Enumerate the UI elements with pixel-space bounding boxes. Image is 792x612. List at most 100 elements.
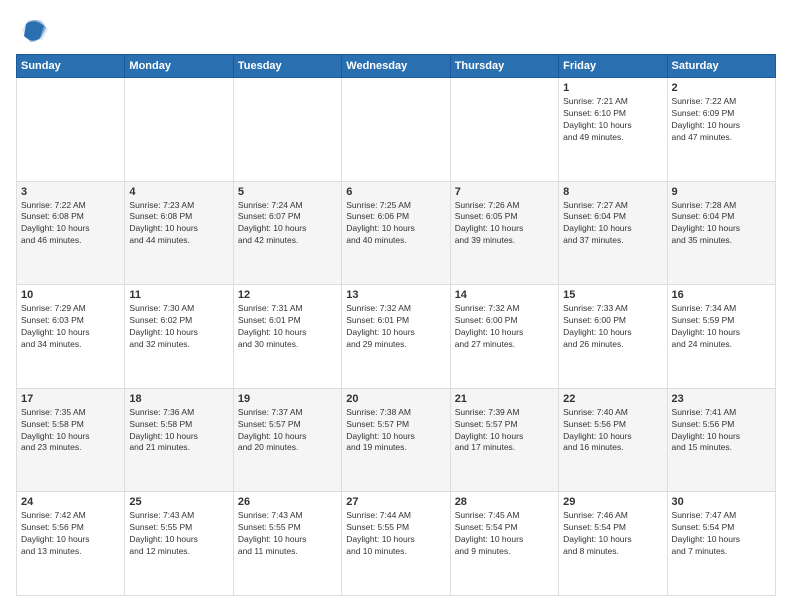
day-info: Sunrise: 7:33 AM Sunset: 6:00 PM Dayligh… <box>563 303 662 351</box>
calendar-cell: 4Sunrise: 7:23 AM Sunset: 6:08 PM Daylig… <box>125 181 233 285</box>
day-number: 19 <box>238 393 337 405</box>
weekday-header: Monday <box>125 55 233 78</box>
calendar-cell: 8 Sunrise: 7:27 AM Sunset: 6:04 PM Daylig… <box>559 181 667 285</box>
day-number: 7 <box>455 186 554 198</box>
calendar-cell: 12 Sunrise: 7:31 AM Sunset: 6:01 PM Dayli… <box>233 285 341 389</box>
day-number: 10 <box>21 289 120 301</box>
calendar-cell: 7 Sunrise: 7:26 AM Sunset: 6:05 PM Daylig… <box>450 181 558 285</box>
day-info: Sunrise: 7:38 AM Sunset: 5:57 PM Dayligh… <box>346 407 445 455</box>
calendar-cell: 28Sunrise: 7:45 AM Sunset: 5:54 PM Dayli… <box>450 492 558 596</box>
calendar-cell <box>342 78 450 182</box>
calendar-cell: 25 Sunrise: 7:43 AM Sunset: 5:55 PM Dayli… <box>125 492 233 596</box>
day-number: 16 <box>672 289 771 301</box>
day-info: Sunrise: 7:35 AM Sunset: 5:58 PM Dayligh… <box>21 407 120 455</box>
day-number: 17 <box>21 393 120 405</box>
weekday-header: Tuesday <box>233 55 341 78</box>
calendar-week-row: 1Sunrise: 7:21 AM Sunset: 6:10 PM Daylig… <box>17 78 776 182</box>
calendar-cell: 18Sunrise: 7:36 AM Sunset: 5:58 PM Dayli… <box>125 388 233 492</box>
day-info: Sunrise: 7:31 AM Sunset: 6:01 PM Dayligh… <box>238 303 337 351</box>
day-info: Sunrise: 7:25 AM Sunset: 6:06 PM Dayligh… <box>346 200 445 248</box>
day-info: Sunrise: 7:44 AM Sunset: 5:55 PM Dayligh… <box>346 510 445 558</box>
weekday-header: Sunday <box>17 55 125 78</box>
day-info: Sunrise: 7:27 AM Sunset: 6:04 PM Dayligh… <box>563 200 662 248</box>
day-number: 13 <box>346 289 445 301</box>
calendar-cell: 22 Sunrise: 7:40 AM Sunset: 5:56 PM Dayli… <box>559 388 667 492</box>
day-number: 23 <box>672 393 771 405</box>
calendar-week-row: 24 Sunrise: 7:42 AM Sunset: 5:56 PM Dayli… <box>17 492 776 596</box>
day-info: Sunrise: 7:42 AM Sunset: 5:56 PM Dayligh… <box>21 510 120 558</box>
day-info: Sunrise: 7:45 AM Sunset: 5:54 PM Dayligh… <box>455 510 554 558</box>
day-info: Sunrise: 7:22 AM Sunset: 6:08 PM Dayligh… <box>21 200 120 248</box>
weekday-header: Saturday <box>667 55 775 78</box>
calendar-cell: 23 Sunrise: 7:41 AM Sunset: 5:56 PM Dayli… <box>667 388 775 492</box>
day-info: Sunrise: 7:46 AM Sunset: 5:54 PM Dayligh… <box>563 510 662 558</box>
day-info: Sunrise: 7:30 AM Sunset: 6:02 PM Dayligh… <box>129 303 228 351</box>
calendar-header-row: SundayMondayTuesdayWednesdayThursdayFrid… <box>17 55 776 78</box>
calendar-cell: 27 Sunrise: 7:44 AM Sunset: 5:55 PM Dayli… <box>342 492 450 596</box>
calendar-cell: 6Sunrise: 7:25 AM Sunset: 6:06 PM Daylig… <box>342 181 450 285</box>
calendar-cell: 16 Sunrise: 7:34 AM Sunset: 5:59 PM Dayli… <box>667 285 775 389</box>
calendar-cell: 15 Sunrise: 7:33 AM Sunset: 6:00 PM Dayli… <box>559 285 667 389</box>
calendar-cell: 29 Sunrise: 7:46 AM Sunset: 5:54 PM Dayli… <box>559 492 667 596</box>
calendar-cell: 21 Sunrise: 7:39 AM Sunset: 5:57 PM Dayli… <box>450 388 558 492</box>
day-number: 8 <box>563 186 662 198</box>
weekday-header: Thursday <box>450 55 558 78</box>
calendar-cell: 2Sunrise: 7:22 AM Sunset: 6:09 PM Daylig… <box>667 78 775 182</box>
day-info: Sunrise: 7:47 AM Sunset: 5:54 PM Dayligh… <box>672 510 771 558</box>
day-info: Sunrise: 7:32 AM Sunset: 6:01 PM Dayligh… <box>346 303 445 351</box>
day-number: 26 <box>238 496 337 508</box>
day-info: Sunrise: 7:29 AM Sunset: 6:03 PM Dayligh… <box>21 303 120 351</box>
day-number: 5 <box>238 186 337 198</box>
day-number: 21 <box>455 393 554 405</box>
calendar-cell: 20 Sunrise: 7:38 AM Sunset: 5:57 PM Dayli… <box>342 388 450 492</box>
calendar-cell: 26 Sunrise: 7:43 AM Sunset: 5:55 PM Dayli… <box>233 492 341 596</box>
day-info: Sunrise: 7:28 AM Sunset: 6:04 PM Dayligh… <box>672 200 771 248</box>
day-info: Sunrise: 7:26 AM Sunset: 6:05 PM Dayligh… <box>455 200 554 248</box>
calendar-cell: 5 Sunrise: 7:24 AM Sunset: 6:07 PM Daylig… <box>233 181 341 285</box>
calendar-cell: 24 Sunrise: 7:42 AM Sunset: 5:56 PM Dayli… <box>17 492 125 596</box>
page: SundayMondayTuesdayWednesdayThursdayFrid… <box>0 0 792 612</box>
header <box>16 16 776 44</box>
day-number: 30 <box>672 496 771 508</box>
calendar-cell: 3 Sunrise: 7:22 AM Sunset: 6:08 PM Daylig… <box>17 181 125 285</box>
day-info: Sunrise: 7:39 AM Sunset: 5:57 PM Dayligh… <box>455 407 554 455</box>
day-number: 24 <box>21 496 120 508</box>
calendar-cell: 14 Sunrise: 7:32 AM Sunset: 6:00 PM Dayli… <box>450 285 558 389</box>
day-info: Sunrise: 7:41 AM Sunset: 5:56 PM Dayligh… <box>672 407 771 455</box>
day-number: 3 <box>21 186 120 198</box>
day-info: Sunrise: 7:22 AM Sunset: 6:09 PM Dayligh… <box>672 96 771 144</box>
day-info: Sunrise: 7:23 AM Sunset: 6:08 PM Dayligh… <box>129 200 228 248</box>
day-info: Sunrise: 7:24 AM Sunset: 6:07 PM Dayligh… <box>238 200 337 248</box>
calendar-cell <box>450 78 558 182</box>
day-number: 20 <box>346 393 445 405</box>
calendar-cell <box>17 78 125 182</box>
calendar-cell: 19Sunrise: 7:37 AM Sunset: 5:57 PM Dayli… <box>233 388 341 492</box>
day-number: 14 <box>455 289 554 301</box>
calendar-week-row: 3 Sunrise: 7:22 AM Sunset: 6:08 PM Daylig… <box>17 181 776 285</box>
calendar-cell <box>125 78 233 182</box>
day-number: 25 <box>129 496 228 508</box>
weekday-header: Friday <box>559 55 667 78</box>
day-info: Sunrise: 7:32 AM Sunset: 6:00 PM Dayligh… <box>455 303 554 351</box>
day-number: 1 <box>563 82 662 94</box>
logo-icon <box>20 16 48 44</box>
day-number: 27 <box>346 496 445 508</box>
calendar-week-row: 17 Sunrise: 7:35 AM Sunset: 5:58 PM Dayli… <box>17 388 776 492</box>
calendar-cell: 11Sunrise: 7:30 AM Sunset: 6:02 PM Dayli… <box>125 285 233 389</box>
day-number: 22 <box>563 393 662 405</box>
day-number: 18 <box>129 393 228 405</box>
day-number: 29 <box>563 496 662 508</box>
calendar-cell: 13 Sunrise: 7:32 AM Sunset: 6:01 PM Dayli… <box>342 285 450 389</box>
day-number: 15 <box>563 289 662 301</box>
day-info: Sunrise: 7:43 AM Sunset: 5:55 PM Dayligh… <box>129 510 228 558</box>
day-info: Sunrise: 7:43 AM Sunset: 5:55 PM Dayligh… <box>238 510 337 558</box>
calendar-cell: 17 Sunrise: 7:35 AM Sunset: 5:58 PM Dayli… <box>17 388 125 492</box>
day-number: 12 <box>238 289 337 301</box>
calendar-cell: 30 Sunrise: 7:47 AM Sunset: 5:54 PM Dayli… <box>667 492 775 596</box>
day-info: Sunrise: 7:40 AM Sunset: 5:56 PM Dayligh… <box>563 407 662 455</box>
calendar-cell <box>233 78 341 182</box>
day-info: Sunrise: 7:34 AM Sunset: 5:59 PM Dayligh… <box>672 303 771 351</box>
calendar: SundayMondayTuesdayWednesdayThursdayFrid… <box>16 54 776 596</box>
weekday-header: Wednesday <box>342 55 450 78</box>
calendar-week-row: 10 Sunrise: 7:29 AM Sunset: 6:03 PM Dayli… <box>17 285 776 389</box>
